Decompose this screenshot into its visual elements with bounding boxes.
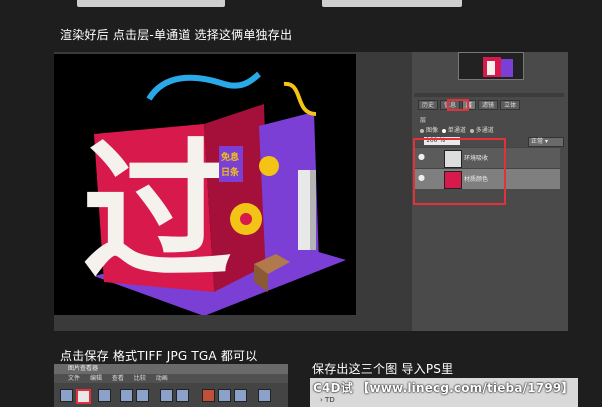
folder-row[interactable]: › TD [320,396,335,404]
chevron-right-icon: › [320,396,323,404]
panel-divider [414,93,564,97]
settings-icon[interactable] [258,389,271,402]
scene-cylinder-shade [310,170,316,250]
caption-save-step: 点击保存 格式TIFF JPG TGA 都可以 [60,349,258,363]
menu-animation[interactable]: 动画 [156,375,168,382]
caption-export-step: 保存出这三个图 导入PS里 [312,362,454,376]
play-icon[interactable] [218,389,231,402]
caption-render-step: 渲染好后 点击层-单通道 选择这俩单独存出 [60,28,293,42]
viewer-toolbar [54,383,288,407]
grid-icon[interactable] [120,389,133,402]
scene-big-glyph: 过 [82,126,232,300]
save-icon[interactable] [76,389,91,404]
menu-file[interactable]: 文件 [68,375,80,382]
layer-mode-radios: 图像 单通道 多通道 [420,125,494,134]
layers-section-label: 层 [420,117,427,124]
picture-viewer-window: 图片查看器 文件 编辑 查看 比较 动画 [54,364,288,407]
scene-sign-bottom: 日条 [221,166,240,178]
highlight-box-layers [413,138,506,205]
render-scene-illustration: 过 免息 日条 [82,71,346,315]
watermark: C4D试 【www.linecg.com/tieba/1799】 [313,381,574,395]
stop-icon[interactable] [202,389,215,402]
radio-multi-channel[interactable]: 多通道 [469,127,494,134]
previous-image-strip-right [322,0,462,7]
scene-gear-hub [240,213,252,225]
loop-icon[interactable] [234,389,247,402]
compare-icon[interactable] [160,389,173,402]
copy-icon[interactable] [98,389,111,402]
navigator-thumbnail-art [483,57,513,77]
menu-view[interactable]: 查看 [112,375,124,382]
channel-icon[interactable] [176,389,189,402]
tab-history[interactable]: 历史 [418,100,439,110]
menu-edit[interactable]: 编辑 [90,375,102,382]
scene-blue-arc [146,71,261,101]
highlight-box-layers-tab [447,99,469,111]
previous-image-strip-left [77,0,225,7]
scene-sign-top: 免息 [221,151,239,163]
blend-mode-select[interactable]: 正常 ▾ [528,137,564,147]
open-icon[interactable] [60,389,73,402]
panel-tabs: 历史 信息 层 滤镜 立体 [418,100,521,110]
radio-single-channel[interactable]: 单通道 [441,127,466,134]
scene-gear-small [259,156,279,176]
tab-stereo[interactable]: 立体 [500,100,521,110]
zoom-icon[interactable] [136,389,149,402]
tab-filter[interactable]: 滤镜 [478,100,499,110]
navigator-thumbnail [458,52,524,80]
radio-image[interactable]: 图像 [420,127,438,134]
viewer-menu-bar: 文件 编辑 查看 比较 动画 [54,374,288,383]
menu-compare[interactable]: 比较 [134,375,146,382]
viewer-title-bar: 图片查看器 [54,364,288,374]
scene-pipe [283,82,317,116]
chevron-down-icon: ▾ [544,138,548,145]
render-preview: 过 免息 日条 [54,54,356,315]
